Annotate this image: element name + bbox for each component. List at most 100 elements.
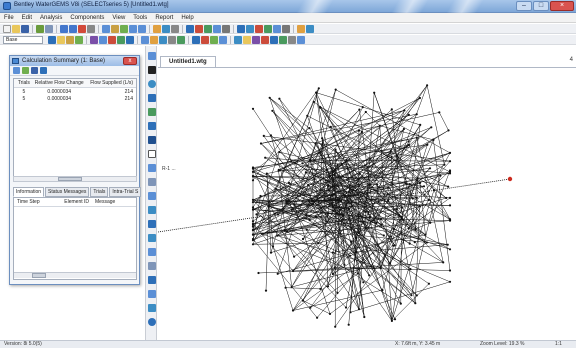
select-tool-icon[interactable] xyxy=(148,52,156,60)
check-valve-tool-icon[interactable] xyxy=(148,304,156,312)
junction[interactable] xyxy=(336,163,339,167)
delete-icon[interactable] xyxy=(78,24,86,33)
junction[interactable] xyxy=(251,233,255,236)
contour-icon[interactable] xyxy=(246,24,254,33)
junction[interactable] xyxy=(414,302,417,305)
junction[interactable] xyxy=(326,220,329,223)
junction[interactable] xyxy=(418,96,421,100)
pipe[interactable] xyxy=(381,218,451,221)
junction[interactable] xyxy=(290,160,293,163)
junction[interactable] xyxy=(447,185,450,188)
energy-cost-icon[interactable] xyxy=(150,35,158,44)
pipe[interactable] xyxy=(252,238,318,318)
junction[interactable] xyxy=(251,237,255,241)
junction[interactable] xyxy=(448,196,452,199)
scrollbar-thumb[interactable] xyxy=(32,273,46,278)
layers-icon[interactable] xyxy=(75,35,83,44)
junction[interactable] xyxy=(327,184,330,188)
junction[interactable] xyxy=(278,97,281,100)
junction[interactable] xyxy=(448,160,452,163)
junction[interactable] xyxy=(415,136,418,139)
junction[interactable] xyxy=(312,100,315,103)
junction[interactable] xyxy=(312,203,315,206)
junction[interactable] xyxy=(387,186,390,189)
pipe[interactable] xyxy=(392,184,416,304)
pipe[interactable] xyxy=(439,112,449,131)
close-button[interactable]: × xyxy=(550,1,574,11)
column-header-flow-supplied[interactable]: Flow Supplied (L/s) xyxy=(85,79,136,87)
scrollbar-thumb[interactable] xyxy=(58,177,82,181)
junction[interactable] xyxy=(251,167,255,170)
properties-icon[interactable] xyxy=(45,24,53,33)
junction[interactable] xyxy=(356,272,359,275)
print-icon[interactable] xyxy=(36,24,44,33)
junction[interactable] xyxy=(269,251,273,254)
junction[interactable] xyxy=(278,150,281,154)
junction[interactable] xyxy=(343,263,346,266)
junction[interactable] xyxy=(309,204,312,207)
junction[interactable] xyxy=(305,228,308,231)
network-navigator-icon[interactable] xyxy=(270,35,278,44)
junction[interactable] xyxy=(340,162,343,166)
junction[interactable] xyxy=(329,125,332,128)
junction[interactable] xyxy=(251,220,255,223)
tab-status-messages[interactable]: Status Messages xyxy=(45,187,90,197)
junction[interactable] xyxy=(408,242,411,245)
junction[interactable] xyxy=(446,243,449,246)
zoom-out-icon[interactable] xyxy=(138,24,146,33)
junction[interactable] xyxy=(390,319,393,322)
pipe[interactable] xyxy=(269,97,310,129)
psv-tool-icon[interactable] xyxy=(148,192,156,200)
pipe[interactable] xyxy=(272,246,294,311)
pipe[interactable] xyxy=(269,97,292,162)
junction[interactable] xyxy=(337,176,340,179)
open-folder-icon[interactable] xyxy=(12,24,20,33)
junction[interactable] xyxy=(331,170,334,173)
junction[interactable] xyxy=(308,127,311,130)
junction[interactable] xyxy=(415,294,418,297)
junction[interactable] xyxy=(414,228,417,231)
junction[interactable] xyxy=(364,210,367,213)
fcv-tool-icon[interactable] xyxy=(148,220,156,228)
compute-icon[interactable] xyxy=(153,24,161,33)
column-header-relative-flow[interactable]: Relative Flow Change xyxy=(34,79,85,87)
engineering-library-icon[interactable] xyxy=(117,35,125,44)
junction[interactable] xyxy=(347,323,350,326)
junction[interactable] xyxy=(321,143,324,146)
junction[interactable] xyxy=(407,140,410,143)
pipe-split-icon[interactable] xyxy=(288,35,296,44)
junction[interactable] xyxy=(428,167,432,170)
column-header-time-step[interactable]: Time Step xyxy=(17,198,47,206)
junction[interactable] xyxy=(264,289,268,292)
junction[interactable] xyxy=(423,193,426,196)
tcv-tool-icon[interactable] xyxy=(148,234,156,242)
junction[interactable] xyxy=(407,143,410,146)
aerial-view-icon[interactable] xyxy=(252,35,260,44)
junction[interactable] xyxy=(277,169,280,172)
junction[interactable] xyxy=(447,129,450,132)
junction[interactable] xyxy=(361,106,364,109)
junction[interactable] xyxy=(422,185,426,188)
junction[interactable] xyxy=(301,237,305,241)
junction[interactable] xyxy=(363,164,367,167)
junction[interactable] xyxy=(376,183,379,186)
junction[interactable] xyxy=(259,142,263,145)
junction[interactable] xyxy=(319,287,322,290)
junction[interactable] xyxy=(401,206,404,209)
junction[interactable] xyxy=(425,241,428,244)
column-header-element-id[interactable]: Element ID xyxy=(53,198,89,206)
junction[interactable] xyxy=(369,157,372,160)
junction[interactable] xyxy=(251,201,255,204)
junction[interactable] xyxy=(448,204,452,207)
pipe[interactable] xyxy=(316,92,421,126)
junction[interactable] xyxy=(357,213,360,216)
junction[interactable] xyxy=(276,272,279,275)
junction[interactable] xyxy=(268,205,271,208)
vspb-tool-icon[interactable] xyxy=(148,164,156,172)
junction[interactable] xyxy=(351,185,354,188)
junction[interactable] xyxy=(357,308,361,311)
junction[interactable] xyxy=(328,175,331,178)
junction[interactable] xyxy=(430,126,433,129)
modelbuilder-icon[interactable] xyxy=(219,35,227,44)
alternative-icon[interactable] xyxy=(195,24,203,33)
